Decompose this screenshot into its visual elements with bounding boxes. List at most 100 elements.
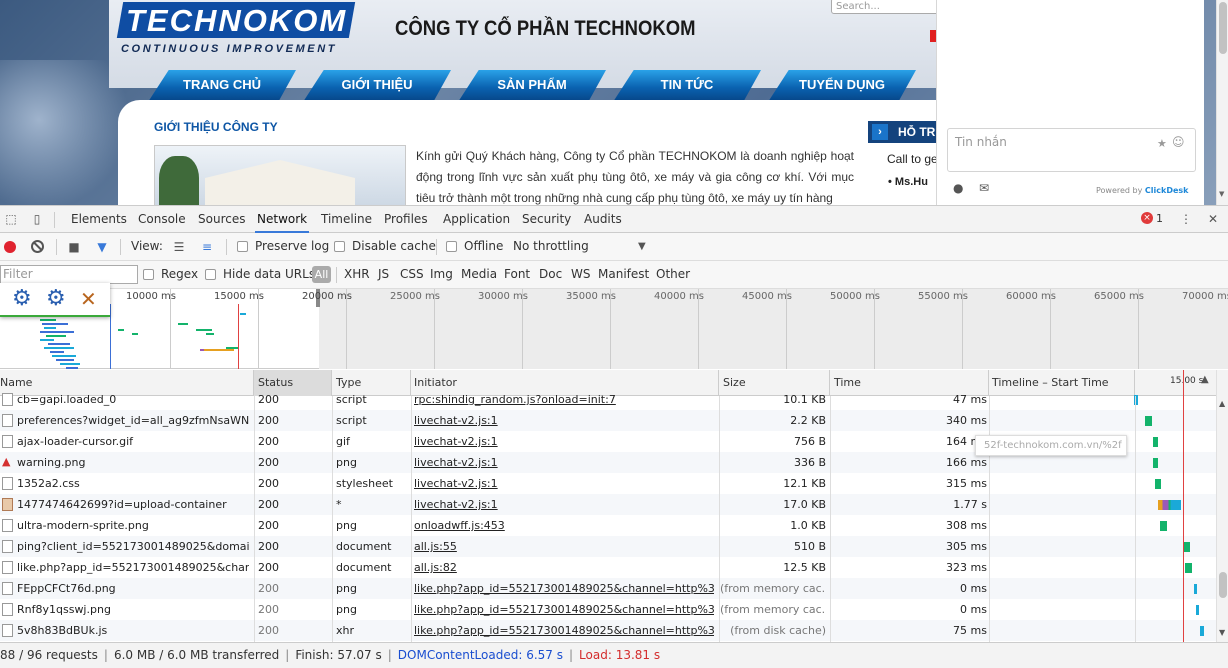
nav-san-pham[interactable]: SẢN PHẨM [458,70,606,102]
request-name[interactable]: 5v8h83BdBUk.js [17,620,249,641]
scroll-down-icon[interactable]: ▼ [1219,190,1224,198]
more-options-icon[interactable]: ⋮ [1179,212,1193,226]
filter-type-all[interactable]: All [312,266,331,283]
nav-tin-tuc[interactable]: TIN TỨC [613,70,761,102]
table-row[interactable]: ping?client_id=552173001489025&domain=..… [0,536,1216,557]
chat-powered-by[interactable]: Powered by ClickDesk [1096,186,1189,195]
request-name[interactable]: warning.png [17,452,249,473]
throttling-select[interactable]: No throttling [513,233,589,260]
nav-gioi-thieu[interactable]: GIỚI THIỆU [303,70,451,102]
nav-trang-chu[interactable]: TRANG CHỦ [148,70,296,102]
offline-checkbox[interactable] [446,241,457,252]
gear-icon[interactable]: ⚙ [46,286,66,311]
table-row[interactable]: cb=gapi.loaded_0 200 script rpc:shindig_ran… [0,389,1216,410]
filter-type-manifest[interactable]: Manifest [598,261,649,288]
filter-type-css[interactable]: CSS [400,261,424,288]
tools-icon[interactable]: ✕ [80,287,97,311]
request-name[interactable]: FEppCFCt76d.png [17,578,249,599]
request-name[interactable]: like.php?app_id=552173001489025&channe..… [17,557,249,578]
record-icon[interactable] [4,241,16,253]
chat-bubble-icon[interactable]: ● [953,181,963,195]
filter-type-ws[interactable]: WS [571,261,590,288]
tab-timeline[interactable]: Timeline [319,206,374,233]
offline-label[interactable]: Offline [464,233,503,260]
table-row[interactable]: preferences?widget_id=all_ag9zfmNsaWNr..… [0,410,1216,431]
request-name[interactable]: ping?client_id=552173001489025&domain=..… [17,536,249,557]
preserve-log-label[interactable]: Preserve log [255,233,329,260]
filter-type-font[interactable]: Font [504,261,530,288]
gear-icon[interactable]: ⚙ [12,286,32,311]
hide-data-urls-checkbox[interactable] [205,269,216,280]
request-name[interactable]: cb=gapi.loaded_0 [17,389,249,410]
error-count[interactable]: 1 [1156,212,1163,225]
request-initiator[interactable]: rpc:shindig_random.js?onload=init:7 [414,389,714,410]
table-scrollbar[interactable]: ▲ ▼ [1216,370,1228,642]
device-mode-icon[interactable]: ▯ [30,212,44,226]
chevron-down-icon[interactable]: ▼ [638,233,646,260]
camera-icon[interactable]: ■ [67,240,81,254]
disable-cache-label[interactable]: Disable cache [352,233,436,260]
request-initiator[interactable]: livechat-v2.js:1 [414,473,714,494]
nav-tuyen-dung[interactable]: TUYỂN DỤNG [768,70,916,102]
table-row[interactable]: 1352a2.css 200 stylesheet livechat-v2.js:1 1… [0,473,1216,494]
smiley-icon[interactable]: ☺ [1172,135,1185,149]
filter-input[interactable]: Filter [0,265,138,284]
request-initiator[interactable]: onloadwff.js:453 [414,515,714,536]
filter-icon[interactable]: ▼ [95,240,109,254]
list-view-icon[interactable]: ☰ [172,240,186,254]
site-scrollbar[interactable]: ▼ [1216,0,1228,205]
table-row[interactable]: FEppCFCt76d.png 200 png like.php?app_id=552… [0,578,1216,599]
network-overview[interactable]: 10000 ms 15000 ms 20000 ms 25000 ms 3000… [0,289,1228,369]
tab-sources[interactable]: Sources [196,206,247,233]
request-initiator[interactable]: livechat-v2.js:1 [414,452,714,473]
request-initiator[interactable]: livechat-v2.js:1 [414,410,714,431]
table-row[interactable]: 5v8h83BdBUk.js 200 xhr like.php?app_id=5521… [0,620,1216,641]
filter-type-media[interactable]: Media [461,261,497,288]
support-person[interactable]: • Ms.Hu [888,176,940,188]
error-icon[interactable]: × [1141,212,1153,224]
request-name[interactable]: ajax-loader-cursor.gif [17,431,249,452]
request-initiator[interactable]: like.php?app_id=552173001489025&channel=… [414,599,714,620]
regex-checkbox[interactable] [143,269,154,280]
request-initiator[interactable]: livechat-v2.js:1 [414,494,714,515]
scroll-up-icon[interactable]: ▲ [1219,399,1225,408]
star-icon[interactable]: ★ [1157,137,1167,150]
tab-audits[interactable]: Audits [582,206,624,233]
waterfall-view-icon[interactable]: ≡ [200,240,214,254]
chat-message-input[interactable]: Tin nhắn [947,128,1196,172]
logo-text[interactable]: TECHNOKOM [126,3,347,39]
tab-console[interactable]: Console [136,206,188,233]
filter-type-doc[interactable]: Doc [539,261,562,288]
preserve-log-checkbox[interactable] [237,241,248,252]
inspect-element-icon[interactable]: ⬚ [4,212,18,226]
disable-cache-checkbox[interactable] [334,241,345,252]
powered-brand[interactable]: ClickDesk [1145,186,1189,195]
request-initiator[interactable]: livechat-v2.js:1 [414,431,714,452]
request-initiator[interactable]: all.js:55 [414,536,714,557]
table-row[interactable]: 1477474642699?id=upload-container 200 * liv… [0,494,1216,515]
filter-type-img[interactable]: Img [430,261,453,288]
scrollbar-thumb[interactable] [1219,2,1227,54]
scroll-down-icon[interactable]: ▼ [1219,628,1225,637]
table-row[interactable]: ultra-modern-sprite.png 200 png onloadwff.j… [0,515,1216,536]
table-row[interactable]: like.php?app_id=552173001489025&channe..… [0,557,1216,578]
request-name[interactable]: ultra-modern-sprite.png [17,515,249,536]
scrollbar-thumb[interactable] [1219,572,1227,598]
request-name[interactable]: 1477474642699?id=upload-container [17,494,249,515]
site-search-input[interactable]: Search... [831,0,941,14]
tab-application[interactable]: Application [441,206,512,233]
request-initiator[interactable]: like.php?app_id=552173001489025&channel=… [414,578,714,599]
filter-type-js[interactable]: JS [378,261,389,288]
request-name[interactable]: preferences?widget_id=all_ag9zfmNsaWNr..… [17,410,249,431]
tab-elements[interactable]: Elements [69,206,129,233]
request-name[interactable]: 1352a2.css [17,473,249,494]
mail-icon[interactable]: ✉ [979,181,989,195]
tab-profiles[interactable]: Profiles [382,206,430,233]
table-row[interactable]: Rnf8y1qsswj.png 200 png like.php?app_id=552… [0,599,1216,620]
tab-network[interactable]: Network [255,206,310,233]
tab-security[interactable]: Security [520,206,573,233]
clear-icon[interactable] [31,240,44,253]
sort-up-icon[interactable]: ▲ [1201,374,1209,385]
request-name[interactable]: Rnf8y1qsswj.png [17,599,249,620]
regex-label[interactable]: Regex [161,261,198,288]
